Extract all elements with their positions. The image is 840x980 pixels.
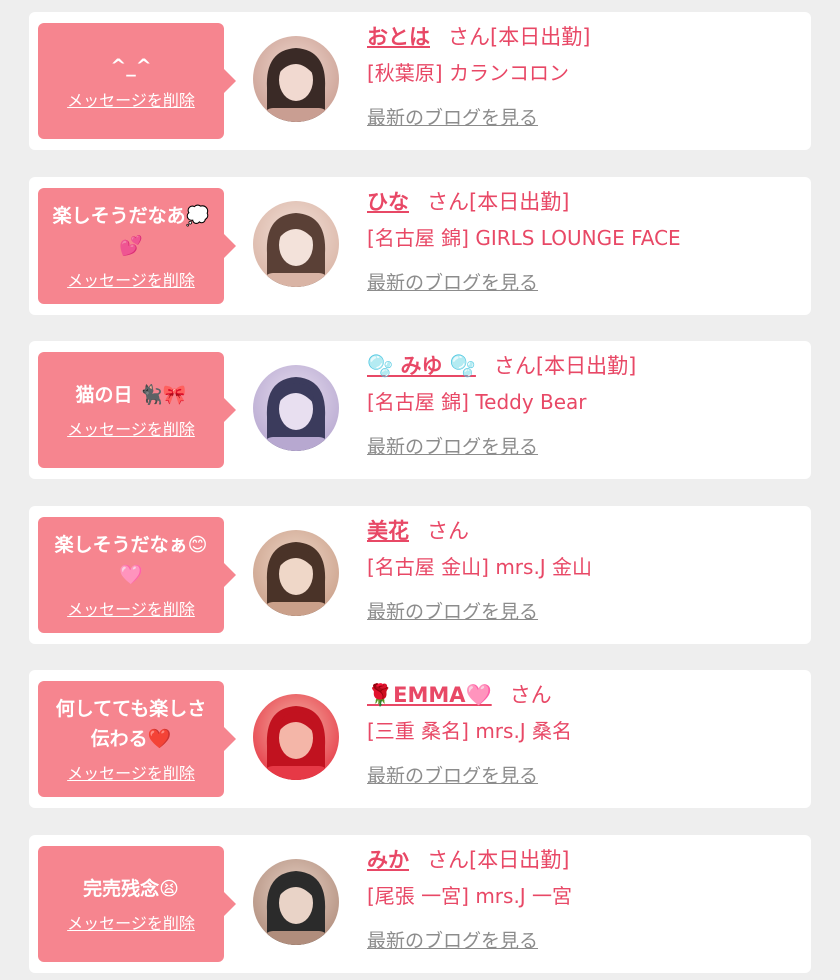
cast-info: 美花 さん [名古屋 金山] mrs.J 金山 最新のブログを見る: [367, 514, 801, 624]
cast-status: さん: [509, 683, 552, 707]
cast-status: さん: [427, 519, 469, 543]
avatar-photo: [253, 365, 339, 451]
shop-label: [尾張 一宮] mrs.J 一宮: [367, 884, 573, 908]
avatar[interactable]: [253, 36, 339, 122]
latest-blog-link[interactable]: 最新のブログを見る: [367, 103, 538, 130]
avatar[interactable]: [253, 201, 339, 287]
avatar[interactable]: [253, 530, 339, 616]
avatar[interactable]: [253, 694, 339, 780]
shop-label: [三重 桑名] mrs.J 桑名: [367, 719, 573, 743]
delete-message-link[interactable]: メッセージを削除: [67, 87, 195, 111]
delete-message-link[interactable]: メッセージを削除: [67, 596, 195, 620]
cast-status: さん[本日出勤]: [448, 25, 591, 49]
shop-label: [名古屋 錦] Teddy Bear: [367, 390, 587, 414]
avatar-photo: [253, 201, 339, 287]
shop-label: [名古屋 錦] GIRLS LOUNGE FACE: [367, 226, 681, 250]
shop-label: [秋葉原] カランコロン: [367, 61, 569, 85]
cast-status: さん[本日出勤]: [427, 848, 570, 872]
avatar-photo: [253, 694, 339, 780]
cast-name-link[interactable]: 🌹EMMA🩷: [367, 683, 492, 707]
message-card: ^_^ メッセージを削除 おとは さん[本日出勤] [秋葉原] カランコロン 最新…: [29, 12, 811, 150]
avatar-photo: [253, 530, 339, 616]
avatar-photo: [253, 859, 339, 945]
avatar[interactable]: [253, 365, 339, 451]
cast-info: 🌹EMMA🩷 さん [三重 桑名] mrs.J 桑名 最新のブログを見る: [367, 678, 801, 788]
delete-message-link[interactable]: メッセージを削除: [67, 910, 195, 934]
message-card: 何してても楽しさ 伝わる❤️ メッセージを削除 🌹EMMA🩷 さん [三重 桑名]…: [29, 670, 811, 808]
message-text: 何してても楽しさ 伝わる❤️: [55, 698, 207, 750]
cast-status: さん[本日出勤]: [493, 354, 637, 378]
message-text: 完売残念😫: [83, 878, 179, 900]
cast-status: さん[本日出勤]: [427, 190, 570, 214]
message-bubble: 楽しそうだなあ💭 💕 メッセージを削除: [38, 188, 236, 304]
latest-blog-link[interactable]: 最新のブログを見る: [367, 432, 538, 459]
delete-message-link[interactable]: メッセージを削除: [67, 760, 195, 784]
cast-name-link[interactable]: みか: [367, 848, 409, 872]
message-bubble: 何してても楽しさ 伝わる❤️ メッセージを削除: [38, 681, 236, 797]
cast-info: みか さん[本日出勤] [尾張 一宮] mrs.J 一宮 最新のブログを見る: [367, 843, 801, 953]
message-card: 楽しそうだなあ💭 💕 メッセージを削除 ひな さん[本日出勤] [名古屋 錦] G…: [29, 177, 811, 315]
cast-name-link[interactable]: 🫧 みゆ 🫧: [367, 354, 476, 378]
message-text: ^_^: [110, 55, 152, 77]
message-text: 楽しそうだなぁ😊 🩷: [54, 534, 208, 586]
avatar-photo: [253, 36, 339, 122]
latest-blog-link[interactable]: 最新のブログを見る: [367, 268, 538, 295]
avatar[interactable]: [253, 859, 339, 945]
message-bubble: ^_^ メッセージを削除: [38, 23, 236, 139]
cast-info: ひな さん[本日出勤] [名古屋 錦] GIRLS LOUNGE FACE 最新の…: [367, 185, 801, 295]
latest-blog-link[interactable]: 最新のブログを見る: [367, 597, 538, 624]
latest-blog-link[interactable]: 最新のブログを見る: [367, 926, 538, 953]
delete-message-link[interactable]: メッセージを削除: [67, 416, 195, 440]
message-bubble: 猫の日 🐈‍⬛🎀 メッセージを削除: [38, 352, 236, 468]
cast-name-link[interactable]: 美花: [367, 519, 409, 543]
message-card: 完売残念😫 メッセージを削除 みか さん[本日出勤] [尾張 一宮] mrs.J …: [29, 835, 811, 973]
cast-name-link[interactable]: おとは: [367, 25, 430, 49]
message-text: 猫の日 🐈‍⬛🎀: [75, 384, 187, 406]
cast-info: 🫧 みゆ 🫧 さん[本日出勤] [名古屋 錦] Teddy Bear 最新のブログ…: [367, 349, 801, 459]
latest-blog-link[interactable]: 最新のブログを見る: [367, 761, 538, 788]
message-card: 猫の日 🐈‍⬛🎀 メッセージを削除 🫧 みゆ 🫧 さん[本日出勤] [名古屋 錦]…: [29, 341, 811, 479]
message-bubble: 完売残念😫 メッセージを削除: [38, 846, 236, 962]
cast-name-link[interactable]: ひな: [367, 190, 409, 214]
message-bubble: 楽しそうだなぁ😊 🩷 メッセージを削除: [38, 517, 236, 633]
delete-message-link[interactable]: メッセージを削除: [67, 267, 195, 291]
shop-label: [名古屋 金山] mrs.J 金山: [367, 555, 593, 579]
cast-info: おとは さん[本日出勤] [秋葉原] カランコロン 最新のブログを見る: [367, 20, 801, 130]
message-text: 楽しそうだなあ💭 💕: [52, 205, 210, 257]
message-card: 楽しそうだなぁ😊 🩷 メッセージを削除 美花 さん [名古屋 金山] mrs.J …: [29, 506, 811, 644]
